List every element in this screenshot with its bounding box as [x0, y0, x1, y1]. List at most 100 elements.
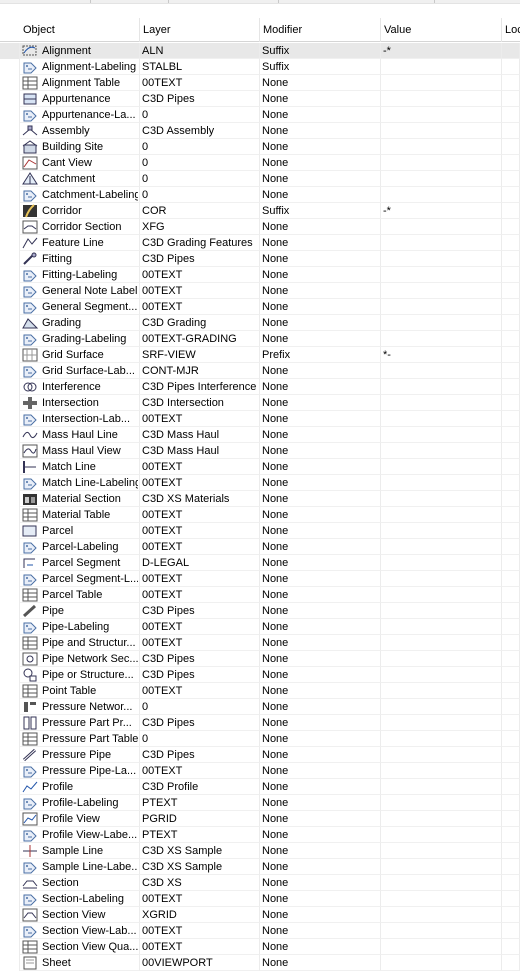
layer-cell[interactable]: 00TEXT — [140, 891, 260, 907]
locked-cell[interactable] — [502, 491, 520, 507]
value-cell[interactable] — [381, 891, 502, 907]
value-cell[interactable] — [381, 379, 502, 395]
modifier-cell[interactable]: None — [260, 939, 381, 955]
table-row[interactable]: Pipe and Structur... 00TEXT None — [0, 635, 520, 651]
modifier-cell[interactable]: None — [260, 155, 381, 171]
layer-cell[interactable]: 0 — [140, 187, 260, 203]
locked-cell[interactable] — [502, 75, 520, 91]
modifier-cell[interactable]: None — [260, 731, 381, 747]
locked-cell[interactable] — [502, 299, 520, 315]
locked-cell[interactable] — [502, 683, 520, 699]
locked-cell[interactable] — [502, 779, 520, 795]
modifier-cell[interactable]: None — [260, 299, 381, 315]
table-row[interactable]: Pressure Part Table 0 None — [0, 731, 520, 747]
value-cell[interactable] — [381, 763, 502, 779]
locked-cell[interactable] — [502, 523, 520, 539]
layer-cell[interactable]: C3D Pipes — [140, 747, 260, 763]
value-cell[interactable] — [381, 507, 502, 523]
locked-cell[interactable] — [502, 139, 520, 155]
locked-cell[interactable] — [502, 955, 520, 971]
table-row[interactable]: Grid Surface SRF-VIEW Prefix *- — [0, 347, 520, 363]
layer-cell[interactable]: XFG — [140, 219, 260, 235]
layer-cell[interactable]: XGRID — [140, 907, 260, 923]
value-cell[interactable] — [381, 907, 502, 923]
locked-cell[interactable] — [502, 43, 520, 59]
modifier-cell[interactable]: None — [260, 859, 381, 875]
value-cell[interactable] — [381, 187, 502, 203]
column-header-value[interactable]: Value — [381, 18, 502, 42]
layer-cell[interactable]: 0 — [140, 155, 260, 171]
table-row[interactable]: Section C3D XS None — [0, 875, 520, 891]
table-row[interactable]: Intersection-Lab... 00TEXT None — [0, 411, 520, 427]
modifier-cell[interactable]: None — [260, 683, 381, 699]
layer-cell[interactable]: 00TEXT — [140, 571, 260, 587]
value-cell[interactable] — [381, 683, 502, 699]
modifier-cell[interactable]: None — [260, 811, 381, 827]
modifier-cell[interactable]: None — [260, 539, 381, 555]
locked-cell[interactable] — [502, 283, 520, 299]
value-cell[interactable] — [381, 427, 502, 443]
table-row[interactable]: Alignment-Labeling STALBL Suffix — [0, 59, 520, 75]
layer-cell[interactable]: 0 — [140, 139, 260, 155]
layer-cell[interactable]: C3D Pipes Interference — [140, 379, 260, 395]
locked-cell[interactable] — [502, 811, 520, 827]
column-header-locked[interactable]: Loc — [502, 18, 520, 42]
layer-cell[interactable]: CONT-MJR — [140, 363, 260, 379]
table-row[interactable]: Feature Line C3D Grading Features None — [0, 235, 520, 251]
value-cell[interactable] — [381, 267, 502, 283]
value-cell[interactable] — [381, 91, 502, 107]
value-cell[interactable] — [381, 635, 502, 651]
layer-cell[interactable]: C3D Mass Haul — [140, 427, 260, 443]
value-cell[interactable] — [381, 603, 502, 619]
layer-cell[interactable]: 0 — [140, 699, 260, 715]
value-cell[interactable]: -* — [381, 43, 502, 59]
locked-cell[interactable] — [502, 347, 520, 363]
layer-cell[interactable]: 0 — [140, 171, 260, 187]
modifier-cell[interactable]: None — [260, 443, 381, 459]
layer-cell[interactable]: 00VIEWPORT — [140, 955, 260, 971]
table-row[interactable]: Pipe C3D Pipes None — [0, 603, 520, 619]
value-cell[interactable] — [381, 475, 502, 491]
value-cell[interactable] — [381, 315, 502, 331]
layer-cell[interactable]: 00TEXT — [140, 459, 260, 475]
locked-cell[interactable] — [502, 187, 520, 203]
table-row[interactable]: Profile View-Labe... PTEXT None — [0, 827, 520, 843]
locked-cell[interactable] — [502, 395, 520, 411]
layer-cell[interactable]: C3D Intersection — [140, 395, 260, 411]
layer-cell[interactable]: 00TEXT — [140, 75, 260, 91]
locked-cell[interactable] — [502, 587, 520, 603]
locked-cell[interactable] — [502, 235, 520, 251]
value-cell[interactable] — [381, 123, 502, 139]
table-row[interactable]: Section View Qua... 00TEXT None — [0, 939, 520, 955]
modifier-cell[interactable]: None — [260, 587, 381, 603]
locked-cell[interactable] — [502, 731, 520, 747]
locked-cell[interactable] — [502, 363, 520, 379]
table-row[interactable]: General Segment... 00TEXT None — [0, 299, 520, 315]
locked-cell[interactable] — [502, 331, 520, 347]
layer-cell[interactable]: C3D Pipes — [140, 603, 260, 619]
layer-cell[interactable]: 00TEXT — [140, 619, 260, 635]
table-row[interactable]: Sample Line-Labe... C3D XS Sample None — [0, 859, 520, 875]
locked-cell[interactable] — [502, 539, 520, 555]
layer-cell[interactable]: C3D Pipes — [140, 715, 260, 731]
table-row[interactable]: Alignment Table 00TEXT None — [0, 75, 520, 91]
layer-cell[interactable]: COR — [140, 203, 260, 219]
layer-cell[interactable]: C3D Mass Haul — [140, 443, 260, 459]
layer-cell[interactable]: C3D Profile — [140, 779, 260, 795]
value-cell[interactable] — [381, 299, 502, 315]
table-row[interactable]: Alignment ALN Suffix -* — [0, 43, 520, 59]
table-row[interactable]: Catchment 0 None — [0, 171, 520, 187]
value-cell[interactable] — [381, 491, 502, 507]
modifier-cell[interactable]: None — [260, 827, 381, 843]
table-row[interactable]: Profile-Labeling PTEXT None — [0, 795, 520, 811]
table-row[interactable]: Material Section C3D XS Materials None — [0, 491, 520, 507]
modifier-cell[interactable]: None — [260, 523, 381, 539]
value-cell[interactable] — [381, 331, 502, 347]
modifier-cell[interactable]: None — [260, 555, 381, 571]
layer-cell[interactable]: C3D Assembly — [140, 123, 260, 139]
table-row[interactable]: Pipe-Labeling 00TEXT None — [0, 619, 520, 635]
modifier-cell[interactable]: None — [260, 75, 381, 91]
locked-cell[interactable] — [502, 267, 520, 283]
locked-cell[interactable] — [502, 459, 520, 475]
value-cell[interactable] — [381, 651, 502, 667]
